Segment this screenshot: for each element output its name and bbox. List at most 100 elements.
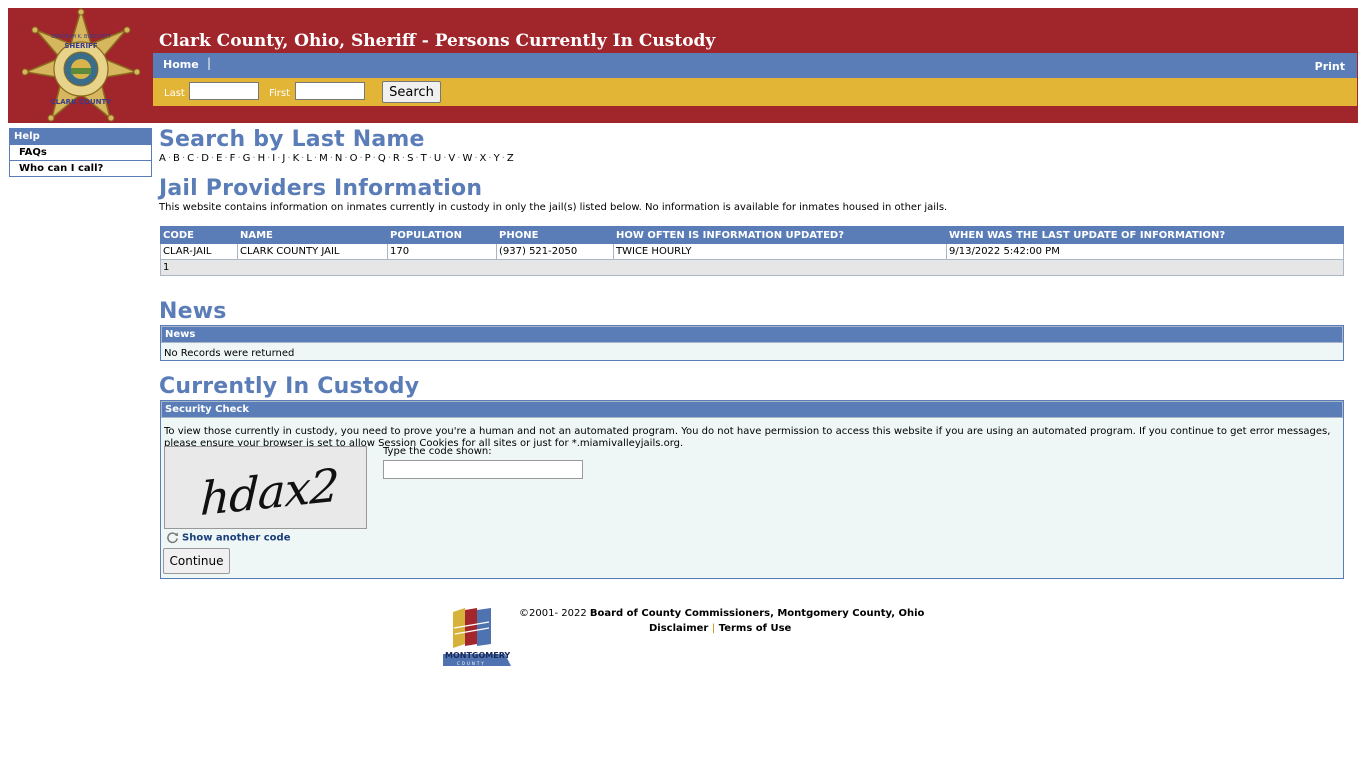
badge-text-top: DEBORAH K. BURCHETT [51,34,111,40]
letter-link-f[interactable]: F [230,153,236,164]
letter-separator: · [443,153,447,164]
letter-link-y[interactable]: Y [494,153,500,164]
letter-link-a[interactable]: A [159,153,166,164]
letter-link-n[interactable]: N [335,153,342,164]
help-menu: Help FAQs Who can I call? [9,128,152,177]
cell-population: 170 [387,243,497,260]
badge-text-middle: SHERIFF [64,42,97,50]
letter-link-g[interactable]: G [243,153,251,164]
terms-of-use-link[interactable]: Terms of Use [719,623,792,634]
nav-separator: | [207,56,212,70]
letter-separator: · [372,153,376,164]
cell-phone: (937) 521-2050 [496,243,614,260]
copyright-years: ©2001- 2022 [519,608,587,619]
menu-item-faqs[interactable]: FAQs [10,144,151,160]
footer-links: Disclaimer | Terms of Use [649,623,791,634]
letter-link-m[interactable]: M [319,153,328,164]
letter-separator: · [237,153,241,164]
alphabet-links: A · B · C · D · E · F · G · H · I · J · K · L · M · N · O · P · Q · R · S · T ·… [159,153,514,164]
security-check-panel: Security Check To view those currently i… [160,400,1344,579]
column-header: CODE [160,226,238,244]
security-check-header: Security Check [161,401,1343,418]
letter-separator: · [401,153,406,164]
letter-separator: · [210,153,215,164]
badge-text-bottom: CLARK COUNTY [51,98,113,106]
cell-code: CLAR-JAIL [160,243,238,260]
table-pager-row: 1 [160,259,1344,276]
letter-separator: · [301,153,305,164]
copyright-org: Board of County Commissioners, Montgomer… [589,608,925,619]
table-header-row: CODE NAME POPULATION PHONE HOW OFTEN IS … [160,226,1344,244]
letter-separator: · [252,153,256,164]
table-row: CLAR-JAIL CLARK COUNTY JAIL 170 (937) 52… [160,243,1344,260]
captcha-code-label: Type the code shown: [383,446,492,457]
name-search-bar: Last First Search [153,78,1357,106]
cell-update-frequency: TWICE HOURLY [613,243,947,260]
search-button[interactable]: Search [382,81,441,103]
letter-separator: · [488,153,492,164]
news-empty-message: No Records were returned [164,348,295,359]
letter-link-r[interactable]: R [393,153,400,164]
letter-separator: · [415,153,419,164]
letter-link-w[interactable]: W [462,153,472,164]
news-panel-header: News [161,326,1343,343]
letter-separator: · [196,153,200,164]
logo-text: MONTGOMERY [445,651,510,660]
letter-link-o[interactable]: O [350,153,358,164]
first-name-label: First [269,88,291,99]
letter-link-l[interactable]: L [306,153,312,164]
top-nav: Home | Print [153,53,1357,78]
last-name-input[interactable] [189,82,259,100]
letter-link-j[interactable]: J [282,153,285,164]
currently-in-custody-heading: Currently In Custody [159,374,420,399]
cell-last-update: 9/13/2022 5:42:00 PM [946,243,1344,260]
letter-link-c[interactable]: C [187,153,194,164]
letter-link-q[interactable]: Q [378,153,386,164]
letter-separator: · [277,153,281,164]
site-header: DEBORAH K. BURCHETT SHERIFF CLARK COUNTY… [8,8,1358,123]
cell-name: CLARK COUNTY JAIL [237,243,388,260]
help-menu-header: Help [10,129,151,144]
pager-page-number: 1 [160,259,1344,276]
captcha-text: hdax2 [199,458,340,526]
letter-link-t[interactable]: T [421,153,427,164]
letter-separator: · [224,153,228,164]
footer-separator: | [711,623,716,634]
letter-link-b[interactable]: B [173,153,180,164]
footer-copyright: ©2001- 2022 Board of County Commissioner… [519,608,924,619]
letter-link-h[interactable]: H [258,153,266,164]
disclaimer-link[interactable]: Disclaimer [649,623,708,634]
letter-link-k[interactable]: K [293,153,300,164]
letter-separator: · [167,153,172,164]
letter-separator: · [181,153,186,164]
letter-link-x[interactable]: X [480,153,487,164]
first-name-input[interactable] [295,82,365,100]
montgomery-county-logo: MONTGOMERY COUNTY [443,608,511,666]
column-header: POPULATION [387,226,497,244]
last-name-label: Last [164,88,185,99]
letter-link-u[interactable]: U [434,153,441,164]
show-another-code-label: Show another code [182,532,291,544]
nav-home-link[interactable]: Home [163,58,199,71]
letter-link-e[interactable]: E [216,153,222,164]
logo-subtext: COUNTY [457,661,486,666]
letter-separator: · [313,153,318,164]
letter-separator: · [428,153,432,164]
captcha-code-input[interactable] [383,460,583,479]
letter-link-s[interactable]: S [407,153,413,164]
letter-link-z[interactable]: Z [507,153,514,164]
letter-separator: · [474,153,478,164]
letter-link-v[interactable]: V [448,153,455,164]
letter-link-d[interactable]: D [201,153,209,164]
continue-button[interactable]: Continue [163,548,230,574]
show-another-code-link[interactable]: Show another code [166,531,290,544]
nav-print-link[interactable]: Print [1315,60,1345,73]
letter-link-p[interactable]: P [365,153,371,164]
letter-separator: · [329,153,333,164]
refresh-icon [167,532,179,544]
menu-item-who-can-i-call[interactable]: Who can I call? [10,160,151,176]
letter-separator: · [359,153,363,164]
letter-separator: · [344,153,348,164]
letter-link-i[interactable]: I [272,153,275,164]
letter-separator: · [501,153,505,164]
